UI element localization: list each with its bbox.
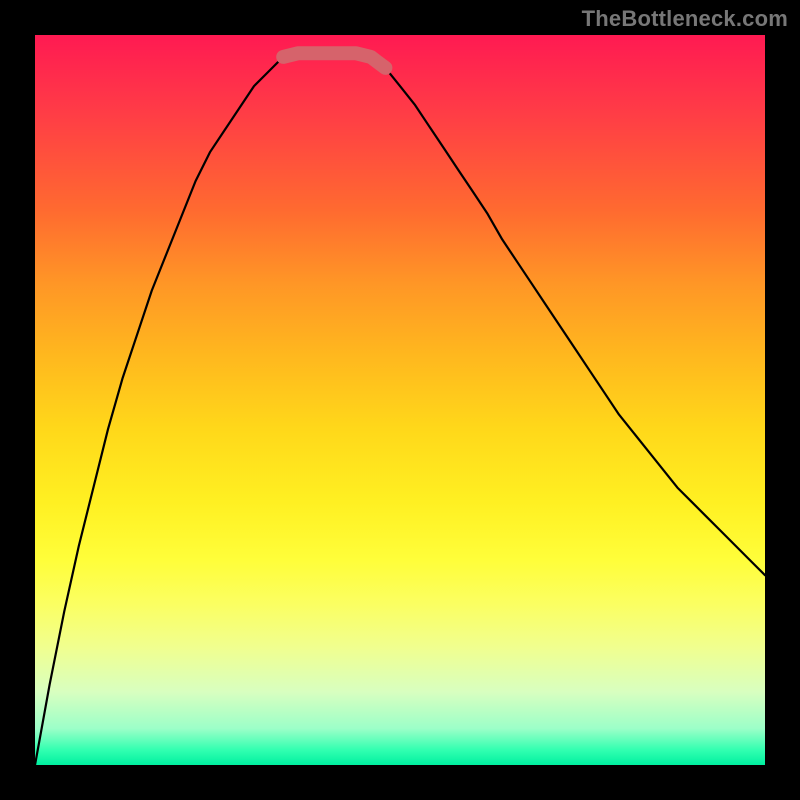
bottleneck-curve: [35, 53, 765, 765]
chart-curve-layer: [35, 35, 765, 765]
bottleneck-curve-highlight: [283, 53, 385, 68]
watermark-text: TheBottleneck.com: [582, 6, 788, 32]
chart-frame: TheBottleneck.com: [0, 0, 800, 800]
